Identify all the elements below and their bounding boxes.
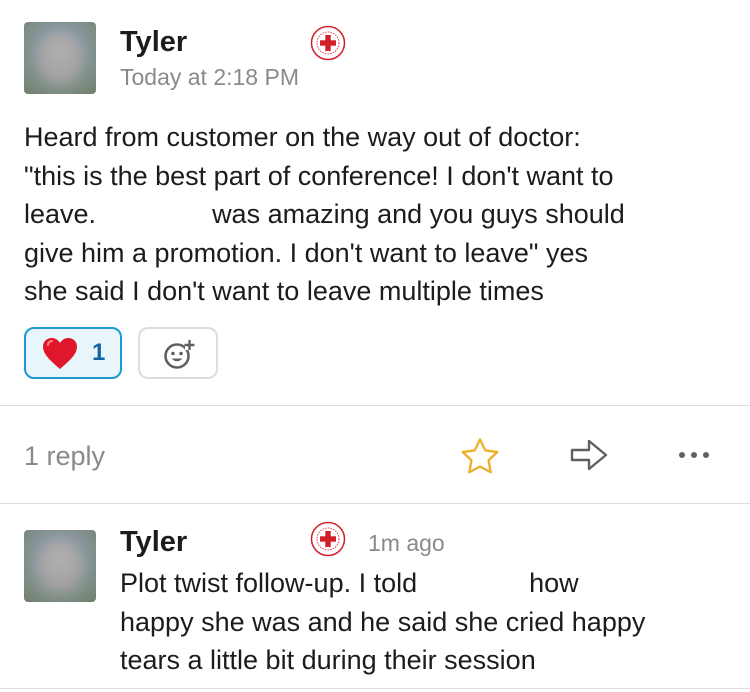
message-text-part: leave. [24,199,97,229]
add-reaction-icon [164,340,195,369]
share-arrow-icon[interactable] [569,437,609,473]
reaction-count: 1 [92,339,106,366]
message-line: happy she was and he said she cried happ… [120,606,646,637]
message-text-part: was amazing and you guys should [212,199,625,229]
add-reaction-button[interactable] [138,327,218,379]
divider [0,503,750,504]
message-text-part: Plot twist follow-up. I told [120,568,418,598]
more-icon[interactable] [676,450,712,460]
divider [0,688,750,689]
message-line: leave. was amazing and you guys should [24,195,736,234]
message-line: "this is the best part of conference! I … [24,160,614,191]
red-cross-badge-icon [310,521,346,557]
red-cross-badge-icon [310,25,346,61]
timestamp[interactable]: 1m ago [368,530,445,557]
heart-icon [43,338,77,369]
author-name[interactable]: Tyler [120,26,187,59]
message-line: Plot twist follow-up. I told how [120,564,740,603]
message-line: Heard from customer on the way out of do… [24,122,581,152]
divider [0,405,750,406]
heart-reaction-button[interactable]: 1 [24,327,122,379]
star-icon[interactable] [460,437,500,475]
message-text: Heard from customer on the way out of do… [24,118,736,311]
avatar[interactable] [24,530,96,602]
message-text-part: how [529,568,579,598]
message-line: she said I don't want to leave multiple … [24,276,544,306]
reply-count[interactable]: 1 reply [24,441,105,472]
message-text: Plot twist follow-up. I told how happy sh… [120,564,740,680]
timestamp[interactable]: Today at 2:18 PM [120,64,299,91]
message-line: tears a little bit during their session [120,645,536,675]
author-name[interactable]: Tyler [120,526,187,559]
avatar[interactable] [24,22,96,94]
message-line: give him a promotion. I don't want to le… [24,237,589,268]
